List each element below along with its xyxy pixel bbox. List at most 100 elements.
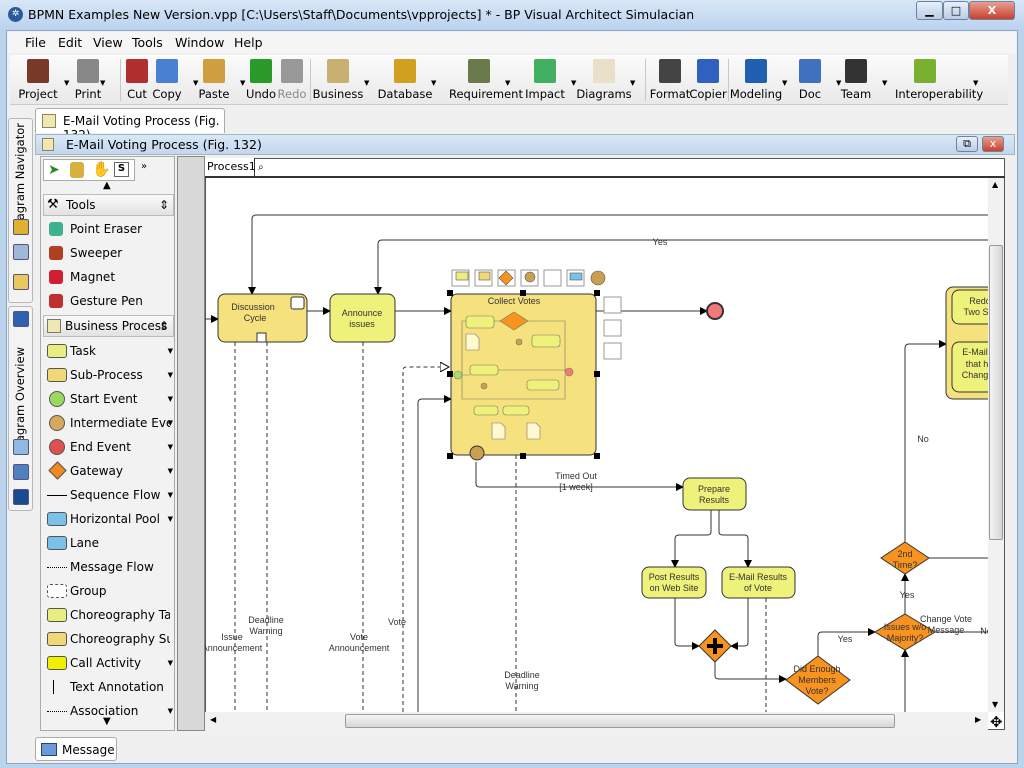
diagram-window-titlebar: E-Mail Voting Process (Fig. 132) ⧉ x — [35, 134, 1015, 155]
impact-button[interactable]: Impact — [515, 57, 575, 101]
subprocess-marker-icon — [256, 332, 267, 343]
star-icon — [13, 489, 29, 505]
vertical-scroll-thumb[interactable] — [989, 245, 1003, 540]
scroll-down-arrow-icon[interactable]: ▼ — [992, 700, 998, 709]
toolbar-separator — [120, 59, 121, 101]
more-dropdown-icon[interactable]: ▼ — [168, 340, 173, 362]
scroll-up-arrow-icon[interactable]: ▲ — [992, 180, 998, 189]
palette-item-horizontal-pool[interactable]: Horizontal Pool ▼ — [45, 508, 173, 530]
more-dropdown-icon[interactable]: ▼ — [168, 700, 173, 722]
modeling-button[interactable]: Modeling — [726, 57, 786, 101]
app-icon: ✲ — [8, 7, 23, 22]
menu-edit[interactable]: Edit — [58, 35, 82, 50]
menu-tools[interactable]: Tools — [132, 35, 163, 50]
dropdown-arrow-icon[interactable]: ▼ — [973, 79, 978, 87]
sweeper-icon — [49, 246, 63, 260]
label: Vote — [388, 617, 406, 627]
palette-item-task[interactable]: Task ▼ — [45, 340, 173, 362]
intermediate-event-icon — [49, 415, 65, 431]
title-bar: ✲ BPMN Examples New Version.vpp [C:\User… — [0, 0, 1024, 30]
pan-icon[interactable]: ✥ — [990, 713, 1003, 731]
more-dropdown-icon[interactable]: ▼ — [168, 652, 173, 674]
label: Redo — [969, 296, 988, 306]
label: Collect Votes — [488, 296, 541, 306]
scroll-left-arrow-icon[interactable]: ◀ — [210, 715, 216, 724]
scroll-up-icon[interactable]: ▲ — [103, 180, 111, 191]
menu-file[interactable]: File — [25, 35, 46, 50]
class-repository-icon — [13, 274, 29, 290]
more-dropdown-icon[interactable]: ▼ — [168, 388, 173, 410]
more-dropdown-icon[interactable]: ▼ — [168, 508, 173, 530]
dropdown-arrow-icon[interactable]: ▼ — [100, 79, 105, 87]
label: Change Vote — [920, 614, 972, 624]
dropdown-arrow-icon[interactable]: ▼ — [364, 79, 369, 87]
lock-icon[interactable] — [70, 162, 84, 178]
palette-tool-point-eraser[interactable]: Point Eraser — [45, 218, 173, 240]
tab-process1[interactable]: Process1 — [205, 158, 256, 176]
label: Two S — [963, 307, 988, 317]
database-button[interactable]: Database — [375, 57, 435, 101]
palette-item-group[interactable]: Group — [45, 580, 173, 602]
restore-button[interactable]: ⧉ — [956, 136, 978, 152]
palette-item-gateway[interactable]: Gateway ▼ — [45, 460, 173, 482]
more-dropdown-icon[interactable]: ▼ — [168, 412, 173, 434]
palette-tool-sweeper[interactable]: Sweeper — [45, 242, 173, 264]
zoom-search-icon[interactable]: ⌕ — [258, 162, 264, 173]
more-dropdown-icon[interactable]: ▼ — [168, 460, 173, 482]
palette-item-end-event[interactable]: End Event ▼ — [45, 436, 173, 458]
dropdown-arrow-icon[interactable]: ▼ — [882, 79, 887, 87]
tab-email-voting-process[interactable]: E-Mail Voting Process (Fig. 132) — [35, 108, 225, 142]
more-dropdown-icon[interactable]: ▼ — [168, 484, 173, 506]
diagrams-button[interactable]: Diagrams — [574, 57, 634, 101]
team-button[interactable]: Team — [826, 57, 886, 101]
palette-item-sub-process[interactable]: Sub-Process ▼ — [45, 364, 173, 386]
tab-diagram-overview[interactable]: Diagram Overview — [8, 306, 33, 511]
palette-item-sequence-flow[interactable]: Sequence Flow ▼ — [45, 484, 173, 506]
palette-item-intermediate-event[interactable]: Intermediate Event▼ — [45, 412, 173, 434]
palette-item-call-activity[interactable]: Call Activity ▼ — [45, 652, 173, 674]
maximize-button[interactable]: □ — [943, 1, 969, 20]
interoperability-button[interactable]: Interoperability — [895, 57, 983, 101]
select-pointer-icon[interactable]: ➤ — [48, 162, 60, 178]
tab-diagram-navigator[interactable]: Diagram Navigator — [8, 118, 33, 303]
tab-message[interactable]: Message — [35, 737, 117, 761]
menu-view[interactable]: View — [93, 35, 123, 50]
menu-help[interactable]: Help — [234, 35, 263, 50]
palette-item-choreography-sub-pr[interactable]: Choreography Sub-Pr — [45, 628, 173, 650]
hand-icon[interactable]: ✋ — [92, 160, 111, 178]
expand-chevron-icon[interactable]: » — [141, 161, 147, 172]
scroll-down-icon[interactable]: ▼ — [103, 716, 111, 727]
dropdown-arrow-icon[interactable]: ▼ — [431, 79, 436, 87]
label: that h — [966, 359, 988, 369]
menu-window[interactable]: Window — [175, 35, 224, 50]
label: Warning — [249, 626, 282, 636]
palette-item-message-flow[interactable]: Message Flow — [45, 556, 173, 578]
copier-icon — [697, 59, 719, 83]
close-button[interactable]: X — [969, 1, 1015, 20]
close-diagram-button[interactable]: x — [982, 136, 1004, 152]
palette-tool-gesture-pen[interactable]: Gesture Pen — [45, 290, 173, 312]
collapse-icon[interactable]: ⇕ — [159, 195, 169, 215]
palette-group-business-process[interactable]: Business Process ⇕ — [43, 315, 174, 337]
palette-item-text-annotation[interactable]: Text Annotation — [45, 676, 173, 698]
chart-icon — [13, 464, 29, 480]
collapse-icon[interactable]: ⇕ — [159, 316, 169, 336]
end-event — [706, 302, 724, 320]
tools-icon: ⚒ — [47, 197, 59, 212]
dropdown-arrow-icon[interactable]: ▼ — [505, 79, 510, 87]
palette-item-lane[interactable]: Lane — [45, 532, 173, 554]
scroll-right-arrow-icon[interactable]: ▶ — [975, 715, 981, 724]
business-button[interactable]: Business — [308, 57, 368, 101]
minimize-button[interactable]: ▁ — [916, 1, 943, 20]
palette-tool-magnet[interactable]: Magnet — [45, 266, 173, 288]
requirement-button[interactable]: Requirement — [449, 57, 523, 101]
sticky-icon[interactable]: S — [114, 162, 129, 177]
more-dropdown-icon[interactable]: ▼ — [168, 436, 173, 458]
palette-item-choreography-task[interactable]: Choreography Task — [45, 604, 173, 626]
palette-item-start-event[interactable]: Start Event ▼ — [45, 388, 173, 410]
horizontal-scroll-thumb[interactable] — [345, 714, 895, 728]
dropdown-arrow-icon[interactable]: ▼ — [630, 79, 635, 87]
more-dropdown-icon[interactable]: ▼ — [168, 364, 173, 386]
sequence-flow — [714, 662, 787, 683]
palette-group-tools[interactable]: ⚒ Tools ⇕ — [43, 194, 174, 216]
